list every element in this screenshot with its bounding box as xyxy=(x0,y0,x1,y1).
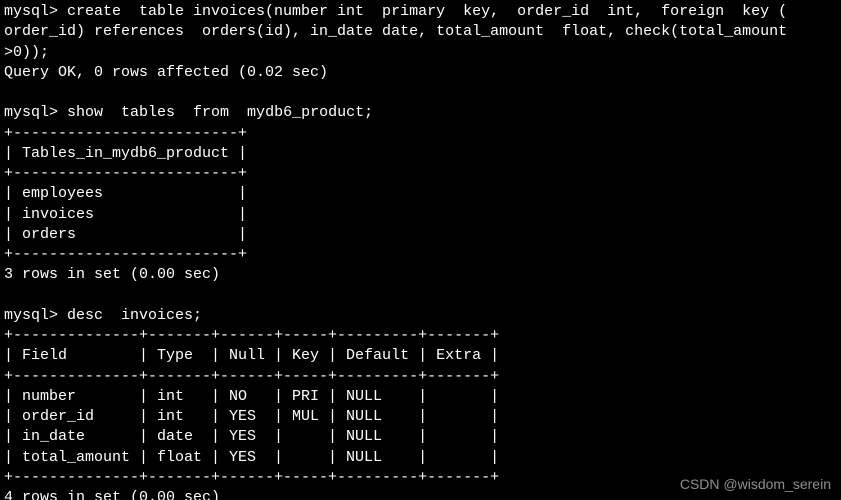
create-line3: >0)); xyxy=(4,44,49,61)
create-result: Query OK, 0 rows affected (0.02 sec) xyxy=(4,64,328,81)
desc-border: +--------------+-------+------+-----+---… xyxy=(4,469,499,486)
desc-result: 4 rows in set (0.00 sec) xyxy=(4,489,220,500)
desc-row: | number | int | NO | PRI | NULL | | xyxy=(4,388,499,405)
create-line2: order_id) references orders(id), in_date… xyxy=(4,23,787,40)
tables-border: +-------------------------+ xyxy=(4,125,247,142)
desc-row: | in_date | date | YES | | NULL | | xyxy=(4,428,499,445)
desc-cmd: desc invoices; xyxy=(67,307,202,324)
create-line1: mysql> create table invoices(number int … xyxy=(4,3,787,20)
desc-border: +--------------+-------+------+-----+---… xyxy=(4,327,499,344)
tables-header: | Tables_in_mydb6_product | xyxy=(4,145,247,162)
desc-border: +--------------+-------+------+-----+---… xyxy=(4,368,499,385)
prompt: mysql> xyxy=(4,104,58,121)
tables-row: | invoices | xyxy=(4,206,247,223)
tables-row: | orders | xyxy=(4,226,247,243)
show-tables-cmd: show tables from mydb6_product; xyxy=(67,104,373,121)
desc-row: | order_id | int | YES | MUL | NULL | | xyxy=(4,408,499,425)
desc-row: | total_amount | float | YES | | NULL | … xyxy=(4,449,499,466)
tables-border: +-------------------------+ xyxy=(4,165,247,182)
terminal-output[interactable]: mysql> create table invoices(number int … xyxy=(0,0,841,500)
tables-border: +-------------------------+ xyxy=(4,246,247,263)
watermark: CSDN @wisdom_serein xyxy=(680,475,831,494)
tables-row: | employees | xyxy=(4,185,247,202)
desc-header: | Field | Type | Null | Key | Default | … xyxy=(4,347,499,364)
prompt: mysql> xyxy=(4,307,58,324)
tables-result: 3 rows in set (0.00 sec) xyxy=(4,266,220,283)
